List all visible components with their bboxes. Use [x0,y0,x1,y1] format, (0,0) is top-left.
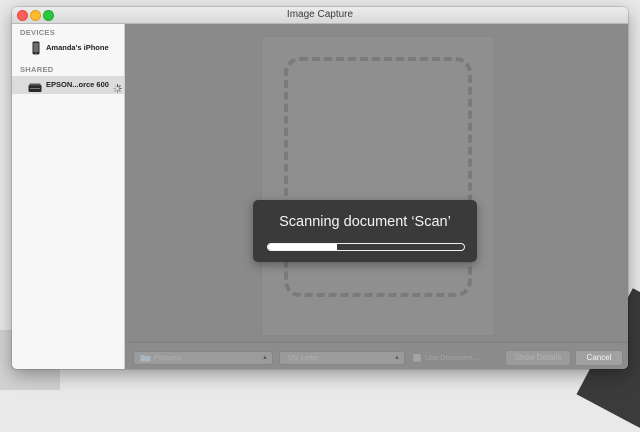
sidebar-item-iphone[interactable]: Amanda's iPhone [12,39,124,57]
sidebar-item-label: Amanda's iPhone [46,43,109,52]
shared-section-header: SHARED [20,65,54,74]
use-document-size-checkbox[interactable] [412,353,422,363]
paper-size-value: US Letter [288,353,320,362]
destination-folder-popup[interactable]: Pictures ▲ [133,351,273,365]
maximize-window-button[interactable] [43,10,54,21]
cancel-button[interactable]: Cancel [575,350,623,366]
paper-size-popup[interactable]: US Letter ▲ [279,351,405,365]
minimize-window-button[interactable] [30,10,41,21]
close-window-button[interactable] [17,10,28,21]
scan-preview-area: Pictures ▲ US Letter ▲ Use Documen... Sh… [125,24,628,369]
image-capture-window: Image Capture DEVICES Amanda's iPhone SH… [12,7,628,369]
scan-options-bar: Pictures ▲ US Letter ▲ Use Documen... Sh… [125,342,628,369]
devices-section-header: DEVICES [20,28,56,37]
iphone-icon [32,41,40,60]
sidebar-item-epson-scanner[interactable]: EPSON...orce 600 [12,76,124,94]
scanner-icon [28,80,42,98]
scan-progress-bar [267,243,465,251]
scan-progress-fill [268,244,337,250]
folder-icon [140,354,151,366]
destination-folder-value: Pictures [154,353,182,362]
scan-page-preview [261,36,495,336]
show-details-button[interactable]: Show Details [505,350,571,366]
window-title: Image Capture [286,9,354,20]
title-bar[interactable]: Image Capture [12,7,628,24]
scanning-message: Scanning document ‘Scan’ [279,214,451,230]
popup-arrows-icon: ▲ [394,355,400,361]
sidebar: DEVICES Amanda's iPhone SHARED EPSON...o… [12,24,125,369]
popup-arrows-icon: ▲ [262,355,268,361]
sidebar-item-label: EPSON...orce 600 [46,80,109,89]
use-document-size-label: Use Documen... [425,353,479,362]
busy-spinner-icon [113,80,122,93]
scanning-progress-hud: Scanning document ‘Scan’ [253,200,477,262]
